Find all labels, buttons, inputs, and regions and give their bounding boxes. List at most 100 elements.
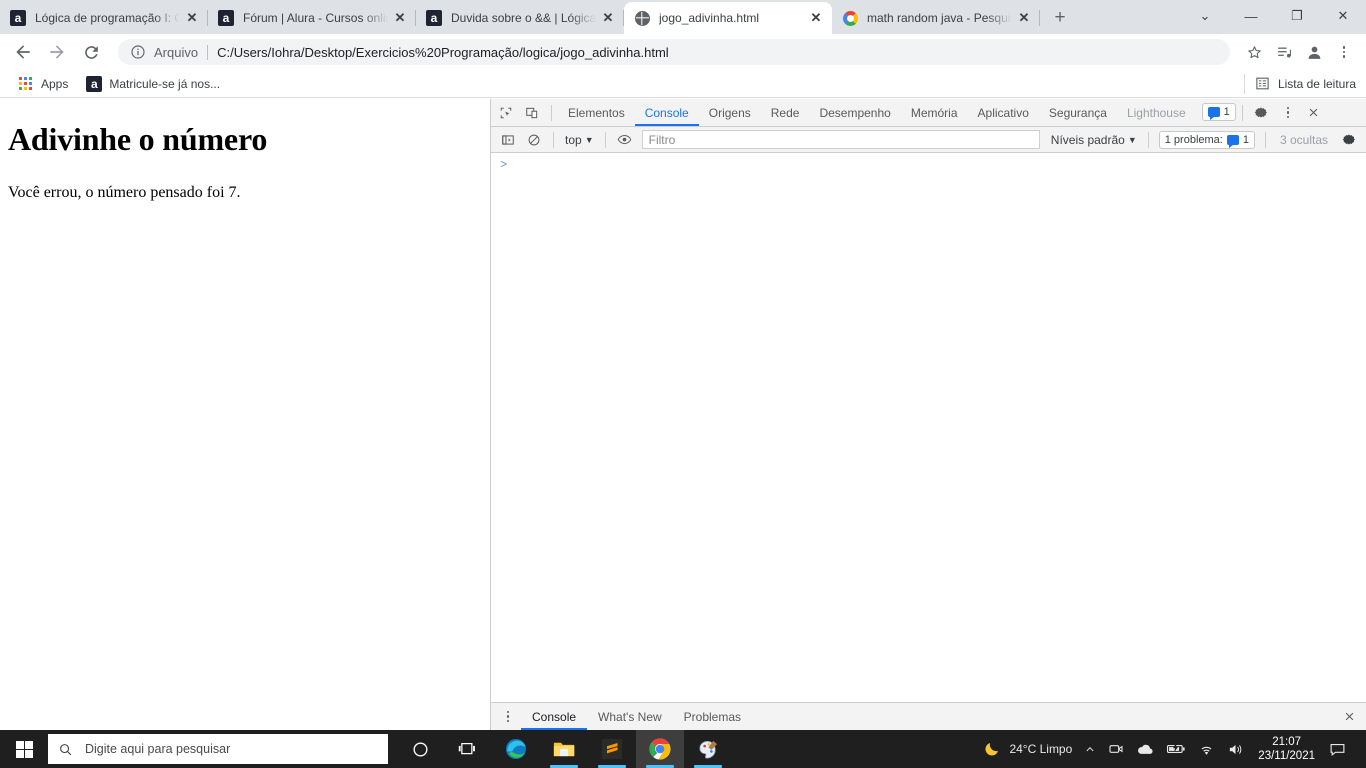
minimize-button[interactable]: — bbox=[1228, 0, 1274, 32]
issues-count: 1 bbox=[1223, 106, 1230, 118]
execution-context-selector[interactable]: top ▼ bbox=[560, 130, 599, 150]
webcam-icon[interactable] bbox=[1102, 741, 1130, 757]
issue-icon bbox=[1226, 135, 1239, 148]
drawer-tab-console[interactable]: Console bbox=[521, 703, 587, 730]
reading-list-button[interactable]: Lista de leitura bbox=[1243, 73, 1356, 94]
close-icon[interactable]: ✕ bbox=[600, 10, 616, 26]
browser-tab[interactable]: math random java - Pesquisa ✕ bbox=[832, 2, 1040, 34]
devtools-tab-lighthouse[interactable]: Lighthouse bbox=[1117, 99, 1196, 126]
reading-list-label: Lista de leitura bbox=[1277, 76, 1356, 91]
bookmark-item[interactable]: a Matricule-se já nos... bbox=[78, 73, 228, 95]
profile-avatar-icon[interactable] bbox=[1300, 38, 1328, 66]
console-filter-input[interactable]: Filtro bbox=[641, 130, 1040, 149]
battery-icon[interactable] bbox=[1160, 742, 1192, 756]
new-tab-button[interactable]: + bbox=[1046, 4, 1074, 32]
onedrive-icon[interactable] bbox=[1130, 742, 1160, 756]
close-icon[interactable]: ✕ bbox=[392, 10, 408, 26]
wifi-icon[interactable] bbox=[1192, 742, 1221, 757]
clock-date: 23/11/2021 bbox=[1258, 750, 1315, 762]
url-scheme-label: Arquivo bbox=[154, 44, 199, 60]
drawer-more-icon[interactable] bbox=[495, 705, 521, 729]
inspect-element-icon[interactable] bbox=[493, 101, 519, 125]
tab-strip: a Lógica de programação I: Os ✕ a Fórum … bbox=[0, 0, 1366, 34]
cortana-icon[interactable] bbox=[396, 730, 444, 768]
reading-list-icon bbox=[1255, 76, 1271, 92]
apps-shortcut[interactable]: Apps bbox=[10, 73, 76, 95]
action-center-icon[interactable] bbox=[1323, 742, 1352, 757]
start-button[interactable] bbox=[0, 730, 48, 768]
bookmarks-bar: Apps a Matricule-se já nos... Lista de l… bbox=[0, 70, 1366, 98]
console-output-area[interactable]: > bbox=[491, 153, 1366, 702]
tab-title: math random java - Pesquisa bbox=[867, 11, 1012, 25]
close-icon[interactable]: ✕ bbox=[808, 10, 824, 26]
chrome-menu-icon[interactable] bbox=[1330, 38, 1358, 66]
issue-icon bbox=[1207, 107, 1220, 120]
live-expression-eye-icon[interactable] bbox=[612, 128, 638, 152]
devtools-tab-memoria[interactable]: Memória bbox=[901, 99, 968, 126]
volume-icon[interactable] bbox=[1221, 742, 1250, 757]
devtools-tab-desempenho[interactable]: Desempenho bbox=[809, 99, 900, 126]
reading-list-icon[interactable] bbox=[1270, 38, 1298, 66]
drawer-close-icon[interactable] bbox=[1336, 705, 1362, 729]
console-settings-gear-icon[interactable] bbox=[1336, 128, 1362, 152]
search-icon bbox=[58, 742, 73, 757]
microsoft-edge-icon[interactable] bbox=[492, 730, 540, 768]
close-icon[interactable]: ✕ bbox=[184, 10, 200, 26]
devtools-tab-origens[interactable]: Origens bbox=[699, 99, 761, 126]
more-vertical-icon[interactable] bbox=[1275, 101, 1301, 125]
tab-title: Duvida sobre o && | Lógica d bbox=[451, 11, 596, 25]
sublime-text-icon[interactable] bbox=[588, 730, 636, 768]
drawer-tab-problemas[interactable]: Problemas bbox=[673, 703, 752, 730]
maximize-button[interactable]: ❐ bbox=[1274, 0, 1320, 32]
paint-icon[interactable] bbox=[684, 730, 732, 768]
forward-icon[interactable] bbox=[42, 37, 72, 67]
device-toolbar-icon[interactable] bbox=[519, 101, 545, 125]
page-title: Adivinhe o número bbox=[8, 121, 268, 157]
taskbar-clock[interactable]: 21:07 23/11/2021 bbox=[1250, 735, 1323, 763]
close-window-button[interactable]: ✕ bbox=[1320, 0, 1366, 32]
show-hidden-icons-chevron[interactable] bbox=[1078, 743, 1102, 755]
taskbar-search-placeholder: Digite aqui para pesquisar bbox=[85, 742, 231, 756]
devtools-tab-seguranca[interactable]: Segurança bbox=[1039, 99, 1117, 126]
close-devtools-icon[interactable] bbox=[1301, 101, 1327, 125]
console-issues-button[interactable]: 1 problema: 1 bbox=[1158, 130, 1255, 149]
task-view-icon[interactable] bbox=[444, 730, 492, 768]
browser-tab-active[interactable]: jogo_adivinha.html ✕ bbox=[624, 2, 832, 34]
windows-taskbar: Digite aqui para pesquisar 24°C Limpo 21… bbox=[0, 730, 1366, 768]
devtools-tab-aplicativo[interactable]: Aplicativo bbox=[968, 99, 1039, 126]
system-tray: 24°C Limpo 21:07 23/11/2021 bbox=[977, 730, 1366, 768]
tab-title: jogo_adivinha.html bbox=[659, 11, 760, 25]
issues-count: 1 bbox=[1242, 134, 1249, 146]
file-explorer-icon[interactable] bbox=[540, 730, 588, 768]
console-input-line[interactable]: > bbox=[491, 153, 1366, 175]
close-icon[interactable]: ✕ bbox=[1016, 10, 1032, 26]
issues-label: 1 problema: bbox=[1164, 134, 1223, 146]
issues-badge[interactable]: 1 bbox=[1201, 103, 1236, 122]
clear-console-icon[interactable] bbox=[521, 128, 547, 152]
taskbar-search-box[interactable]: Digite aqui para pesquisar bbox=[48, 734, 388, 764]
console-sidebar-icon[interactable] bbox=[495, 128, 521, 152]
show-desktop-button[interactable] bbox=[1352, 730, 1362, 768]
search-tabs-icon[interactable]: ⌄ bbox=[1182, 0, 1228, 32]
browser-tab[interactable]: a Lógica de programação I: Os ✕ bbox=[0, 2, 208, 34]
devtools-tab-rede[interactable]: Rede bbox=[761, 99, 810, 126]
browser-tab[interactable]: a Fórum | Alura - Cursos online ✕ bbox=[208, 2, 416, 34]
chevron-down-icon: ▼ bbox=[584, 134, 594, 145]
alura-icon: a bbox=[10, 10, 26, 26]
gear-icon[interactable] bbox=[1249, 101, 1275, 125]
bookmark-star-icon[interactable] bbox=[1240, 38, 1268, 66]
address-bar[interactable]: Arquivo C:/Users/Iohra/Desktop/Exercicio… bbox=[118, 39, 1230, 65]
devtools-tab-console[interactable]: Console bbox=[635, 99, 699, 126]
apps-grid-icon bbox=[18, 76, 34, 92]
log-levels-selector[interactable]: Níveis padrão ▼ bbox=[1046, 130, 1142, 150]
drawer-tab-whats-new[interactable]: What's New bbox=[587, 703, 673, 730]
browser-tab[interactable]: a Duvida sobre o && | Lógica d ✕ bbox=[416, 2, 624, 34]
tab-title: Lógica de programação I: Os bbox=[35, 11, 180, 25]
browser-window: a Lógica de programação I: Os ✕ a Fórum … bbox=[0, 0, 1366, 768]
weather-widget[interactable]: 24°C Limpo bbox=[977, 740, 1078, 758]
devtools-tab-elementos[interactable]: Elementos bbox=[558, 99, 635, 126]
google-chrome-icon[interactable] bbox=[636, 730, 684, 768]
back-icon[interactable] bbox=[8, 37, 38, 67]
taskbar-apps bbox=[396, 730, 732, 768]
reload-icon[interactable] bbox=[76, 37, 106, 67]
